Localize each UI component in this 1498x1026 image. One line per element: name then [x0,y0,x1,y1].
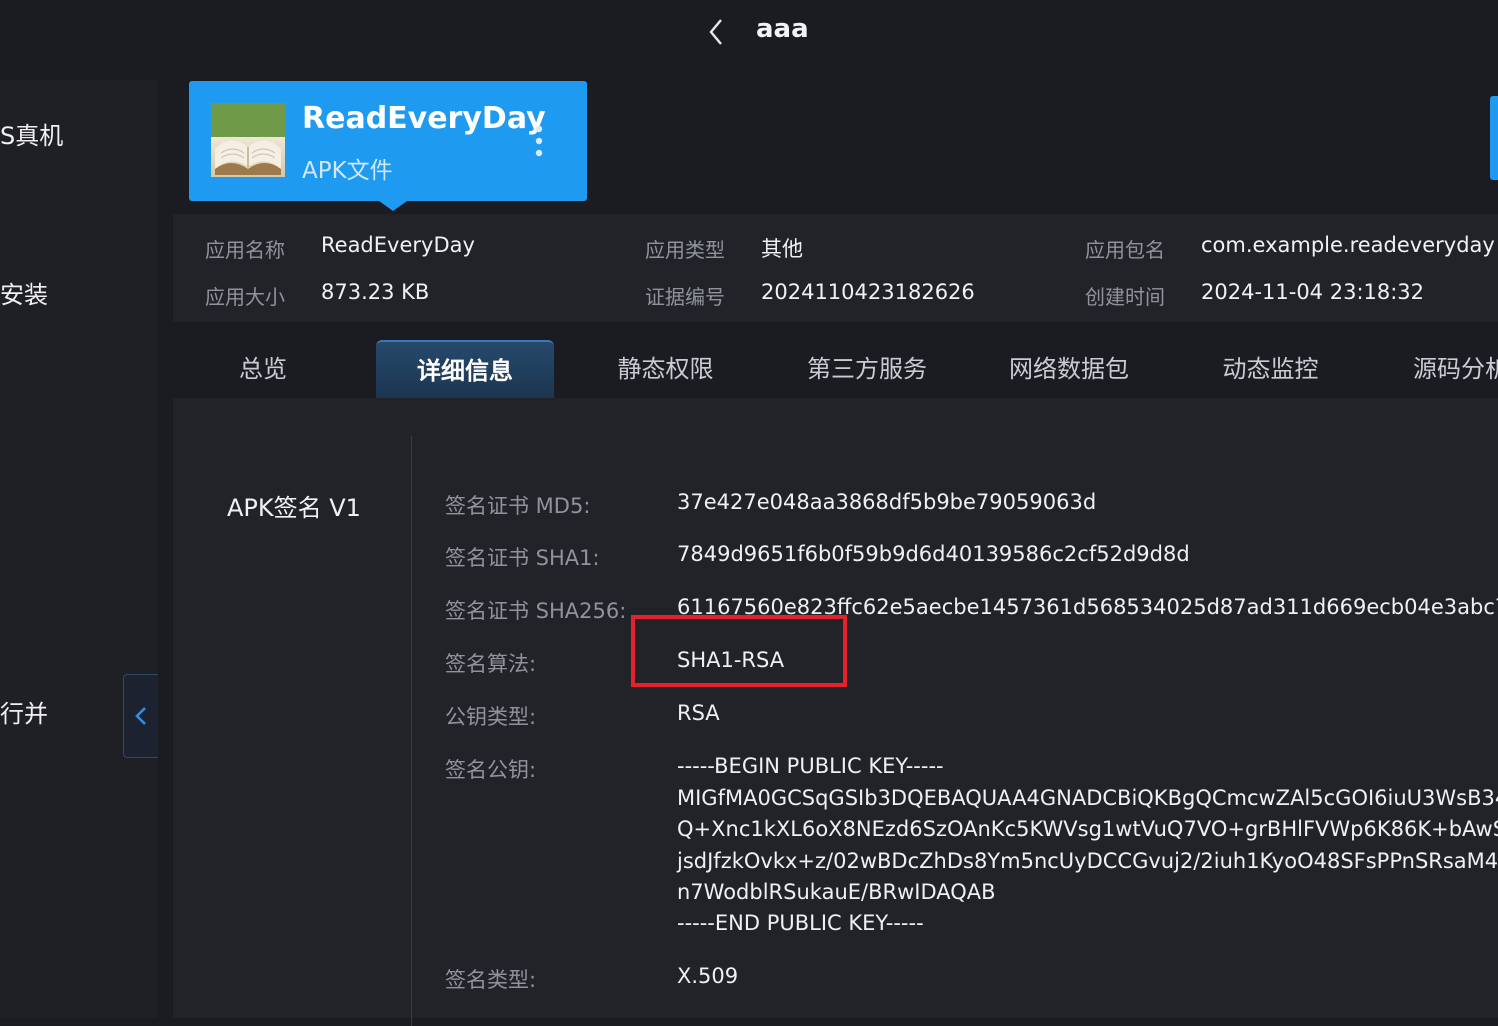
section-title: APK签名 V1 [227,494,361,522]
info-label: 应用大小 [205,285,285,309]
app-type: APK文件 [302,158,393,184]
sidebar-item-device[interactable]: S真机 [0,116,63,151]
tab-source-analysis[interactable]: 源码分析 [1413,340,1498,398]
md5-value: 37e427e048aa3868df5b9be79059063d [677,490,1097,514]
public-key-line: -----END PUBLIC KEY----- [677,911,924,935]
public-key-line: Q+Xnc1kXL6oX8NEzd6SzOAnKc5KWVsg1wtVuQ7VO… [677,817,1498,841]
highlight-box [631,615,847,687]
row-label: 签名算法: [445,652,537,676]
info-value: ReadEveryDay [321,233,475,257]
row-label: 签名类型: [445,968,537,992]
tab-details[interactable]: 详细信息 [376,340,554,400]
page-title: aaa [756,14,809,44]
public-key-line: n7WodblRSukauE/BRwIDAQAB [677,880,996,904]
row-label: 签名证书 SHA1: [445,546,600,570]
top-bar: aaa [0,0,1498,64]
sidebar: S真机 安装 行并 [0,80,157,1018]
tab-bar: 总览 详细信息 静态权限 第三方服务 网络数据包 动态监控 源码分析 [173,340,1498,400]
sidebar-item-merge[interactable]: 行并 [0,694,48,729]
more-options-button[interactable] [531,121,547,161]
info-label: 创建时间 [1085,285,1165,309]
app-info-panel: 应用名称 ReadEveryDay 应用类型 其他 应用包名 com.examp… [173,214,1498,322]
tab-network-packets[interactable]: 网络数据包 [995,340,1143,398]
key-type-value: RSA [677,701,720,725]
info-label: 证据编号 [645,285,725,309]
row-label: 公钥类型: [445,705,537,729]
public-key-line: jsdJfzkOvkx+z/02wBDcZhDs8Ym5ncUyDCCGvuj2… [677,849,1498,873]
info-label: 应用名称 [205,238,285,262]
row-label: 签名证书 SHA256: [445,599,627,623]
detail-content: APK签名 V1 签名证书 MD5: 37e427e048aa3868df5b9… [173,398,1498,1026]
divider [411,436,412,1026]
info-value: 2024-11-04 23:18:32 [1201,280,1425,304]
sidebar-item-install[interactable]: 安装 [0,275,48,310]
chevron-left-icon [709,19,722,45]
app-name: ReadEveryDay [302,101,546,136]
info-value: 2024110423182626 [761,280,975,304]
chevron-left-icon [135,707,146,725]
main-area: ReadEveryDay APK文件 应用名称 ReadEveryDay 应用类… [173,64,1498,1026]
info-value: 其他 [761,237,803,261]
row-label: 签名公钥: [445,758,537,782]
app-card[interactable]: ReadEveryDay APK文件 [189,81,587,211]
info-value: 873.23 KB [321,280,430,304]
info-label: 应用类型 [645,238,725,262]
app-icon [211,103,285,177]
signature-type-value: X.509 [677,964,739,988]
info-value: com.example.readeveryday [1201,233,1495,257]
tab-static-permissions[interactable]: 静态权限 [603,340,728,398]
back-button[interactable] [700,14,732,50]
tab-third-party-services[interactable]: 第三方服务 [793,340,941,398]
public-key-line: -----BEGIN PUBLIC KEY----- [677,754,944,778]
tab-overview[interactable]: 总览 [213,340,313,398]
info-label: 应用包名 [1085,238,1165,262]
side-action-button[interactable] [1490,96,1498,180]
sidebar-collapse-button[interactable] [123,674,158,758]
vertical-dots-icon [535,125,543,157]
tab-dynamic-monitoring[interactable]: 动态监控 [1208,340,1333,398]
row-label: 签名证书 MD5: [445,494,591,518]
public-key-line: MIGfMA0GCSqGSIb3DQEBAQUAA4GNADCBiQKBgQCm… [677,786,1498,810]
sha1-value: 7849d9651f6b0f59b9d6d40139586c2cf52d9d8d [677,542,1190,566]
